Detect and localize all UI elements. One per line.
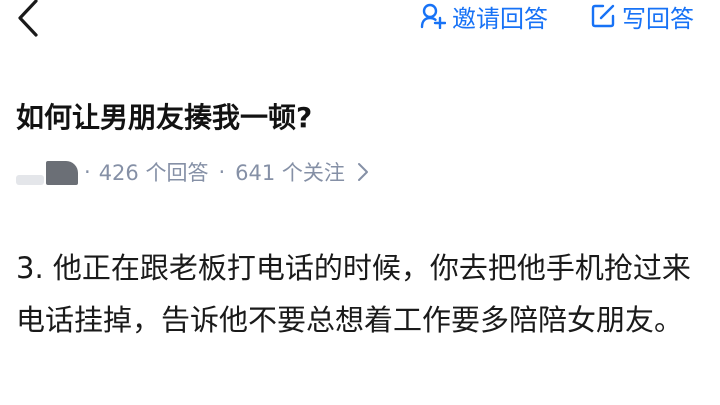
question-title[interactable]: 如何让男朋友揍我一顿? xyxy=(16,96,312,136)
add-user-icon xyxy=(420,3,446,29)
invite-answer-button[interactable]: 邀请回答 xyxy=(420,0,548,33)
edit-icon xyxy=(591,4,615,28)
question-meta[interactable]: · 426 个回答 · 641 个关注 xyxy=(16,155,369,189)
write-answer-button[interactable]: 写回答 xyxy=(590,0,694,33)
answers-count: 426 个回答 xyxy=(98,161,209,185)
separator-dot: · xyxy=(84,160,91,184)
avatar xyxy=(46,161,78,185)
chevron-left-icon xyxy=(18,0,38,37)
chevron-right-icon[interactable] xyxy=(357,162,369,182)
separator-dot: · xyxy=(218,160,226,184)
invite-answer-label: 邀请回答 xyxy=(452,4,548,33)
followers-count: 641 个关注 xyxy=(235,161,345,185)
avatar xyxy=(16,175,44,185)
follower-avatars xyxy=(16,157,80,187)
top-bar: 邀请回答 写回答 xyxy=(0,0,720,40)
back-button[interactable] xyxy=(8,0,48,40)
write-answer-label: 写回答 xyxy=(622,4,694,33)
answer-text[interactable]: 3. 他正在跟老板打电话的时候，你去把他手机抢过来电话挂掉，告诉他不要总想着工作… xyxy=(16,242,706,346)
